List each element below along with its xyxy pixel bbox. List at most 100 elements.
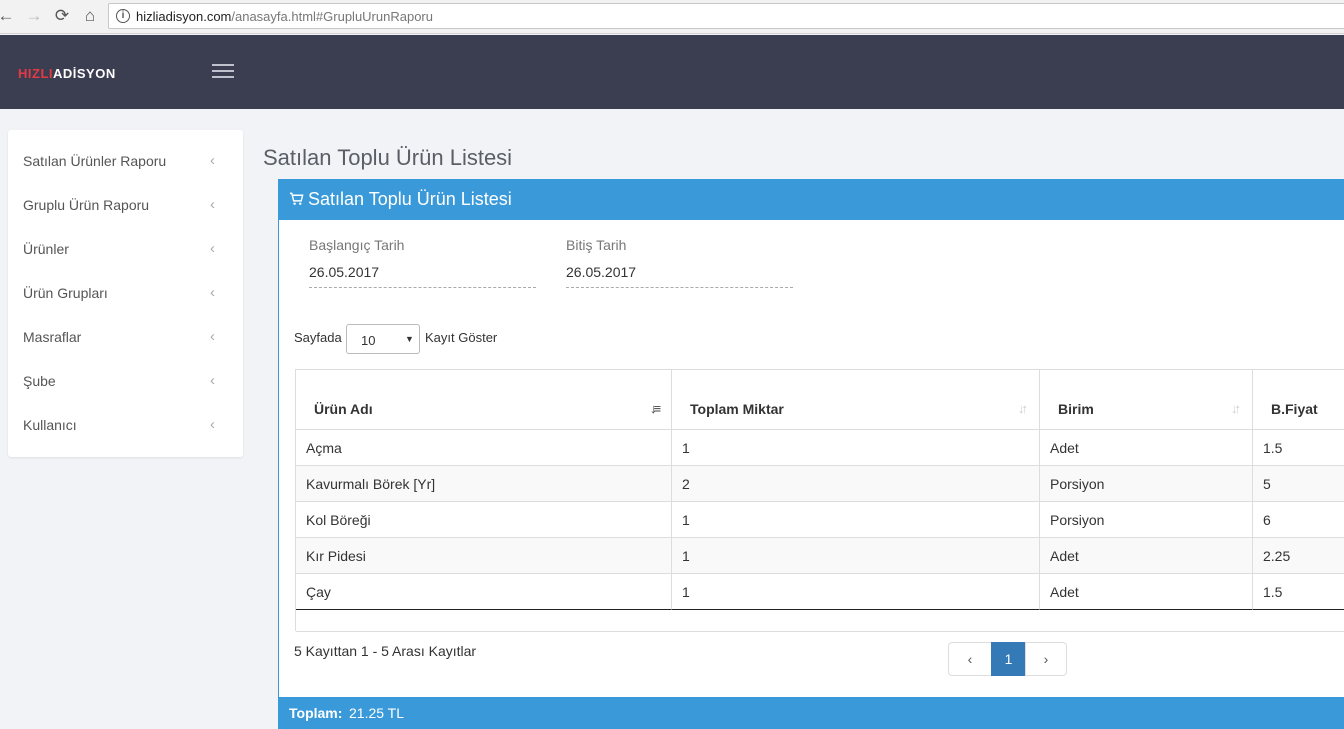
table-row: Kır Pidesi 1 Adet 2.25 <box>296 538 1344 574</box>
app-logo[interactable]: HIZLIADİSYON <box>18 66 116 81</box>
chevron-left-icon: ‹ <box>210 240 215 257</box>
cell-text: Porsiyon <box>1050 476 1105 492</box>
column-header-urun-adi[interactable]: Ürün Adı ↓≡ <box>296 370 672 430</box>
cell-text: 1.5 <box>1263 584 1283 600</box>
cell-toplam-miktar: 2 <box>672 466 1040 502</box>
panel-title: Satılan Toplu Ürün Listesi <box>308 189 512 209</box>
cell-text: Adet <box>1050 584 1079 600</box>
chevron-left-icon: ‹ <box>210 372 215 389</box>
address-bar[interactable]: i hizliadisyon.com/anasayfa.html#GrupluU… <box>108 3 1344 29</box>
shopping-cart-icon <box>289 192 304 205</box>
sidebar-item-label: Ürün Grupları <box>23 285 108 301</box>
start-date-label: Başlangıç Tarih <box>309 237 405 253</box>
cell-b-fiyat: 1.5 <box>1253 430 1344 466</box>
back-arrow-icon[interactable]: ← <box>0 6 16 26</box>
column-header-label: Toplam Miktar <box>690 401 784 417</box>
cell-toplam-miktar: 1 <box>672 502 1040 538</box>
column-header-label: Birim <box>1058 401 1094 417</box>
sidebar-item-label: Masraflar <box>23 329 82 345</box>
cell-text: 1.5 <box>1263 440 1283 456</box>
cell-text: 6 <box>1263 512 1271 528</box>
column-header-b-fiyat[interactable]: B.Fiyat <box>1253 370 1344 430</box>
column-header-label: B.Fiyat <box>1271 401 1318 417</box>
total-bar: Toplam: 21.25 TL <box>279 697 1344 729</box>
cell-text: Açma <box>306 440 342 456</box>
forward-arrow-icon[interactable]: → <box>24 6 44 26</box>
cell-urun-adi: Kavurmalı Börek [Yr] <box>296 466 672 502</box>
cell-birim: Adet <box>1040 574 1253 610</box>
cell-urun-adi: Kır Pidesi <box>296 538 672 574</box>
sidebar-item-urunler[interactable]: Ürünler ‹ <box>8 228 243 272</box>
cell-text: 1 <box>682 440 690 456</box>
chevron-left-icon: ‹ <box>210 152 215 169</box>
cell-birim: Porsiyon <box>1040 502 1253 538</box>
home-icon[interactable]: ⌂ <box>80 6 100 26</box>
pagination-next-button[interactable]: › <box>1025 642 1067 676</box>
sidebar-item-label: Kullanıcı <box>23 417 77 433</box>
cell-urun-adi: Çay <box>296 574 672 610</box>
cell-text: Kır Pidesi <box>306 548 366 564</box>
cell-birim: Adet <box>1040 430 1253 466</box>
cell-text: 2.25 <box>1263 548 1291 564</box>
table-info: 5 Kayıttan 1 - 5 Arası Kayıtlar <box>294 643 477 659</box>
start-date-underline <box>309 287 536 288</box>
cell-text: Porsiyon <box>1050 512 1105 528</box>
cell-urun-adi: Kol Böreği <box>296 502 672 538</box>
table-row: Kol Böreği 1 Porsiyon 6 <box>296 502 1344 538</box>
total-label: Toplam: <box>289 705 343 721</box>
cell-birim: Porsiyon <box>1040 466 1253 502</box>
cell-text: Adet <box>1050 440 1079 456</box>
end-date-input[interactable]: 26.05.2017 <box>566 264 636 280</box>
cell-b-fiyat: 5 <box>1253 466 1344 502</box>
cell-text: Kol Böreği <box>306 512 371 528</box>
page-title: Satılan Toplu Ürün Listesi <box>263 145 513 170</box>
panel-header: Satılan Toplu Ürün Listesi <box>279 179 1344 220</box>
url-host: hizliadisyon.com <box>136 9 232 24</box>
cell-text: 1 <box>682 512 690 528</box>
chevron-left-icon: ‹ <box>210 196 215 213</box>
sidebar-item-kullanici[interactable]: Kullanıcı ‹ <box>8 404 243 448</box>
sidebar-item-label: Gruplu Ürün Raporu <box>23 197 150 213</box>
url-text: hizliadisyon.com/anasayfa.html#GrupluUru… <box>136 9 433 24</box>
reload-icon[interactable]: ⟳ <box>52 6 72 26</box>
sidebar-item-masraflar[interactable]: Masraflar ‹ <box>8 316 243 360</box>
cell-text: 1 <box>682 584 690 600</box>
page-length-select[interactable]: 10 ▼ <box>346 324 420 354</box>
cell-birim: Adet <box>1040 538 1253 574</box>
table-row: Açma 1 Adet 1.5 <box>296 430 1344 466</box>
report-panel: Satılan Toplu Ürün Listesi Başlangıç Tar… <box>278 179 1344 729</box>
chevron-left-icon: ‹ <box>210 416 215 433</box>
column-header-label: Ürün Adı <box>314 401 373 417</box>
cell-b-fiyat: 1.5 <box>1253 574 1344 610</box>
menu-toggle-icon[interactable] <box>212 63 234 79</box>
column-header-toplam-miktar[interactable]: Toplam Miktar ↓↑ <box>672 370 1040 430</box>
sort-icon[interactable]: ↓↑ <box>1018 401 1028 416</box>
cell-text: 5 <box>1263 476 1271 492</box>
start-date-input[interactable]: 26.05.2017 <box>309 264 379 280</box>
sidebar-item-urun-gruplari[interactable]: Ürün Grupları ‹ <box>8 272 243 316</box>
cell-text: 2 <box>682 476 690 492</box>
info-icon[interactable]: i <box>116 9 130 23</box>
page-length-value: 10 <box>361 333 376 348</box>
pagination-page-1[interactable]: 1 <box>991 642 1026 676</box>
cell-toplam-miktar: 1 <box>672 430 1040 466</box>
end-date-underline <box>566 287 793 288</box>
sidebar-item-satilan-urunler-raporu[interactable]: Satılan Ürünler Raporu ‹ <box>8 140 243 184</box>
sidebar: Satılan Ürünler Raporu ‹ Gruplu Ürün Rap… <box>8 130 243 457</box>
sort-icon[interactable]: ↓↑ <box>1231 401 1241 416</box>
cell-text: Kavurmalı Börek [Yr] <box>306 476 436 492</box>
page-length-suffix: Kayıt Göster <box>425 330 498 345</box>
sidebar-item-label: Ürünler <box>23 241 69 257</box>
table-row: Çay 1 Adet 1.5 <box>296 574 1344 610</box>
sidebar-item-sube[interactable]: Şube ‹ <box>8 360 243 404</box>
column-header-birim[interactable]: Birim ↓↑ <box>1040 370 1253 430</box>
total-value: 21.25 TL <box>349 705 405 721</box>
pagination-prev-button[interactable]: ‹ <box>948 642 992 676</box>
cell-text: 1 <box>682 548 690 564</box>
logo-red-part: HIZLI <box>18 66 53 81</box>
cell-b-fiyat: 2.25 <box>1253 538 1344 574</box>
sidebar-item-gruplu-urun-raporu[interactable]: Gruplu Ürün Raporu ‹ <box>8 184 243 228</box>
cell-urun-adi: Açma <box>296 430 672 466</box>
chevron-left-icon: ‹ <box>210 284 215 301</box>
sort-ascending-icon[interactable]: ↓≡ <box>650 401 661 416</box>
